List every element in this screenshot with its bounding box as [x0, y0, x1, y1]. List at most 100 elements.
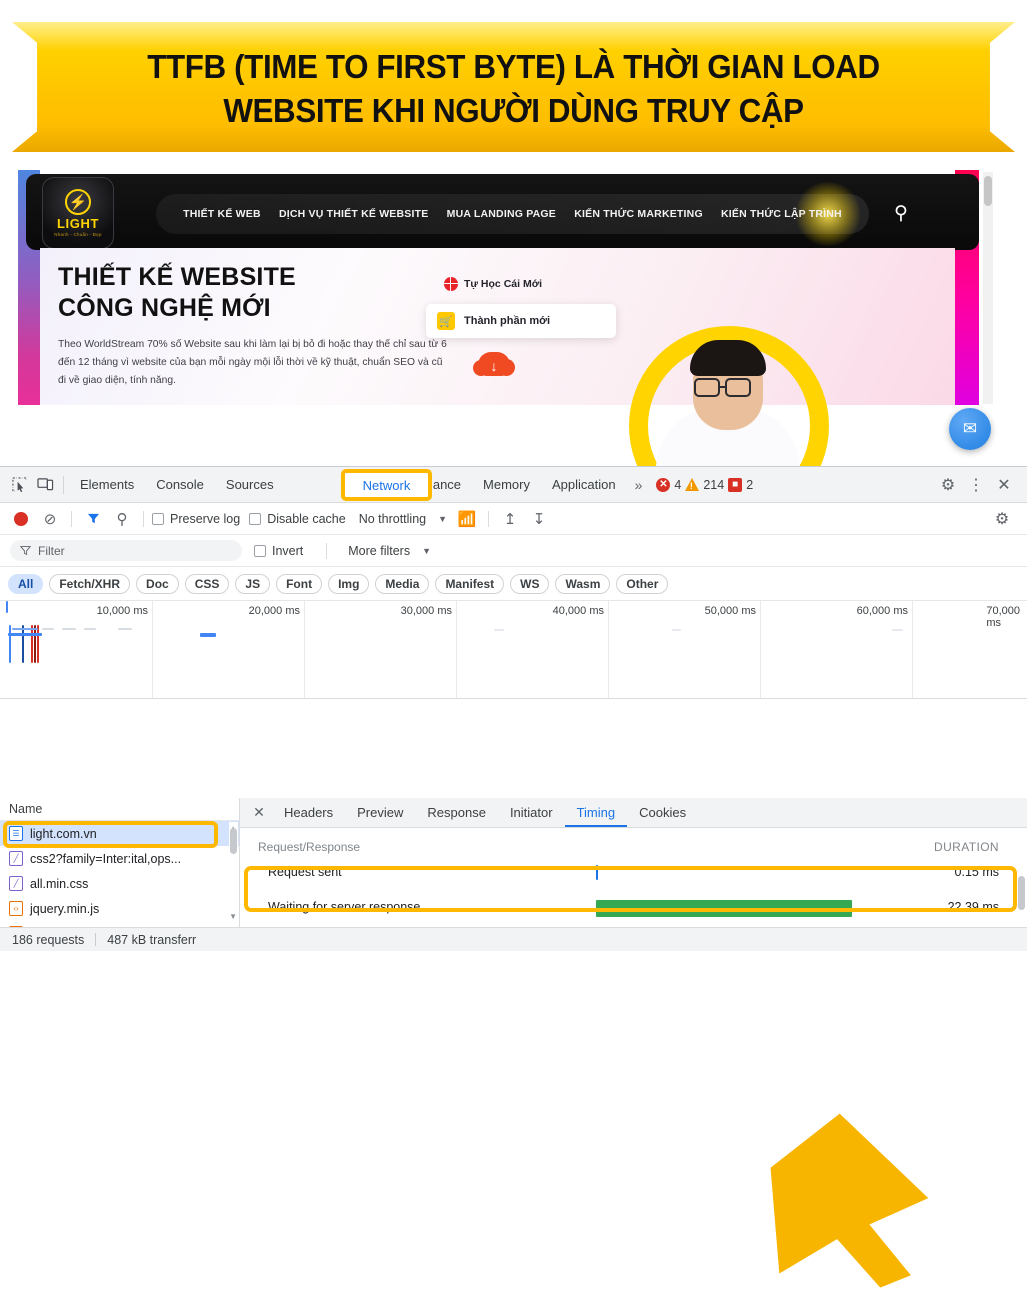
network-conditions-icon[interactable]: 📶: [454, 506, 480, 532]
person-hair: [690, 340, 766, 376]
request-row-3[interactable]: ‹› jquery.min.js: [0, 896, 239, 921]
request-row-2[interactable]: ╱ all.min.css: [0, 871, 239, 896]
detail-tab-initiator[interactable]: Initiator: [498, 798, 565, 827]
request-row-1[interactable]: ╱ css2?family=Inter:ital,ops...: [0, 846, 239, 871]
throttling-value: No throttling: [358, 511, 427, 526]
resource-type-chips: All Fetch/XHR Doc CSS JS Font Img Media …: [0, 567, 1027, 601]
import-har-icon[interactable]: ↥: [497, 506, 523, 532]
timing-header-row: Request/Response DURATION: [240, 836, 1027, 858]
nav-item-2[interactable]: MUA LANDING PAGE: [447, 208, 556, 220]
chip-font[interactable]: Font: [276, 573, 323, 594]
hero-badge-1-label: Tự Học Cái Mới: [464, 278, 543, 290]
banner-text: TTFB (TIME TO FIRST BYTE) LÀ THỜI GIAN L…: [37, 30, 990, 148]
detail-tab-cookies[interactable]: Cookies: [627, 798, 698, 827]
timeline-tick-6: 70,000 ms: [986, 605, 1020, 629]
nav-item-4[interactable]: KIẾN THỨC LẬP TRÌNH: [721, 208, 842, 220]
chip-css[interactable]: CSS: [184, 573, 230, 594]
throttling-select[interactable]: No throttling ▼: [359, 512, 447, 526]
tab-elements[interactable]: Elements: [69, 468, 145, 502]
chip-js[interactable]: JS: [235, 573, 271, 594]
network-status-bar: 186 requests 487 kB transferr: [0, 927, 1027, 951]
request-name-0: light.com.vn: [30, 826, 97, 841]
filter-divider: [326, 542, 328, 559]
hero-title-line-2: CÔNG NGHỆ MỚI: [58, 294, 271, 322]
chip-all[interactable]: All: [8, 573, 44, 594]
chip-media[interactable]: Media: [375, 573, 430, 594]
request-row-0[interactable]: ☰ light.com.vn: [0, 821, 239, 846]
invert-label: Invert: [272, 543, 304, 558]
clear-button[interactable]: ⊘: [37, 506, 63, 532]
network-settings-icon[interactable]: ⚙: [989, 506, 1015, 532]
devtools-panel: Elements Console Sources Performance Mem…: [0, 466, 1027, 1288]
more-filters-dropdown[interactable]: More filters ▼: [348, 544, 431, 558]
chip-fetch-xhr[interactable]: Fetch/XHR: [49, 573, 131, 594]
chip-doc[interactable]: Doc: [136, 573, 179, 594]
tab-sources[interactable]: Sources: [215, 468, 285, 502]
banner-line-2: WEBSITE KHI NGƯỜI DÙNG TRUY CẬP: [223, 92, 804, 129]
toolbar-divider-2: [143, 510, 144, 527]
timeline-tick-1: 20,000 ms: [248, 605, 300, 617]
warning-count: 214: [703, 477, 725, 492]
detail-tab-timing[interactable]: Timing: [564, 798, 628, 827]
devtools-settings-icon[interactable]: ⚙: [935, 472, 961, 498]
hero-paragraph: Theo WorldStream 70% số Website sau khi …: [58, 339, 447, 387]
site-nav-menu: THIẾT KẾ WEB DỊCH VỤ THIẾT KẾ WEBSITE MU…: [156, 194, 869, 234]
inspect-element-icon[interactable]: [6, 473, 32, 497]
chevron-down-icon-2: ▼: [422, 545, 432, 556]
tab-network[interactable]: Network: [341, 469, 432, 501]
timeline-tick-4: 50,000 ms: [704, 605, 756, 617]
more-tabs-icon[interactable]: »: [627, 477, 651, 493]
detail-tab-headers[interactable]: Headers: [272, 798, 345, 827]
devtools-menu-icon[interactable]: ⋮: [963, 472, 989, 498]
nav-item-1[interactable]: DỊCH VỤ THIẾT KẾ WEBSITE: [279, 208, 428, 220]
tab-application[interactable]: Application: [541, 468, 627, 502]
detail-tab-response[interactable]: Response: [415, 798, 498, 827]
export-har-icon[interactable]: ↧: [526, 506, 552, 532]
filter-toggle-icon[interactable]: [80, 506, 106, 532]
preserve-log-checkbox[interactable]: Preserve log: [152, 512, 240, 526]
tab-memory[interactable]: Memory: [472, 468, 541, 502]
chip-other[interactable]: Other: [616, 573, 669, 594]
preserve-log-label: Preserve log: [170, 511, 241, 526]
timing-row-waiting: Waiting for server response 22.39 ms: [240, 886, 1027, 928]
tabbar-right-actions: ⚙ ⋮ ✕: [935, 472, 1021, 498]
site-logo[interactable]: ⚡ LIGHT Nhanh - Chuẩn - Đẹp: [42, 177, 114, 249]
filter-input[interactable]: Filter: [10, 540, 242, 561]
network-overview-timeline[interactable]: 10,000 ms 20,000 ms 30,000 ms 40,000 ms …: [0, 601, 1027, 699]
detail-tab-preview[interactable]: Preview: [345, 798, 415, 827]
tab-console[interactable]: Console: [145, 468, 215, 502]
banner-line-1: TTFB (TIME TO FIRST BYTE) LÀ THỜI GIAN L…: [147, 47, 880, 85]
detail-scroll-thumb[interactable]: [1018, 876, 1025, 910]
chip-manifest[interactable]: Manifest: [435, 573, 505, 594]
devtools-close-icon[interactable]: ✕: [991, 472, 1017, 498]
invert-checkbox[interactable]: Invert: [254, 544, 303, 558]
search-toggle-icon[interactable]: ⚲: [109, 506, 135, 532]
logo-tagline: Nhanh - Chuẩn - Đẹp: [54, 232, 102, 237]
record-button[interactable]: [8, 506, 34, 532]
site-navbar: ⚡ LIGHT Nhanh - Chuẩn - Đẹp THIẾT KẾ WEB…: [26, 174, 979, 250]
scroll-down-icon[interactable]: ▼: [229, 912, 237, 921]
chip-img[interactable]: Img: [328, 573, 370, 594]
nav-item-0[interactable]: THIẾT KẾ WEB: [183, 208, 261, 220]
cart-icon: 🛒: [437, 312, 455, 330]
detail-tabbar: ✕ Headers Preview Response Initiator Tim…: [240, 798, 1027, 828]
info-count: 2: [746, 477, 754, 492]
timing-section-label: Request/Response: [258, 840, 361, 854]
stylesheet-icon-1: ╱: [9, 851, 23, 866]
request-list-scroll-thumb[interactable]: [230, 828, 237, 854]
chip-wasm[interactable]: Wasm: [555, 573, 611, 594]
filter-row: Filter Invert More filters ▼: [0, 535, 1027, 567]
hero-badge-cart: 🛒 Thành phần mới: [426, 304, 616, 338]
disable-cache-checkbox[interactable]: Disable cache: [249, 512, 346, 526]
search-icon[interactable]: ⚲: [889, 202, 913, 226]
page-scrollbar-track[interactable]: [983, 172, 993, 404]
chip-ws[interactable]: WS: [510, 573, 550, 594]
request-column-header[interactable]: Name: [0, 798, 239, 821]
nav-item-3[interactable]: KIẾN THỨC MARKETING: [574, 208, 703, 220]
chat-widget-icon[interactable]: ✉: [949, 408, 991, 450]
issue-counts[interactable]: ✕ 4 214 ■ 2: [656, 477, 754, 492]
close-detail-icon[interactable]: ✕: [246, 800, 272, 826]
device-toolbar-icon[interactable]: [32, 473, 58, 497]
timing-label-0: Request sent: [268, 864, 342, 879]
page-scrollbar-thumb[interactable]: [984, 176, 992, 206]
